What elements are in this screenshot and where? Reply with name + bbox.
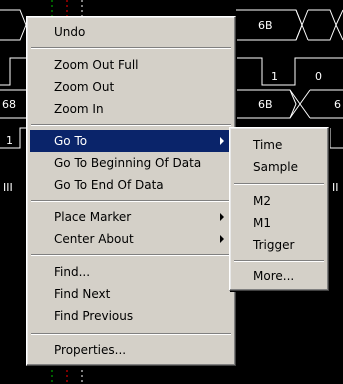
menu-item-find-previous[interactable]: Find Previous: [30, 305, 232, 327]
bus-value-label: 6: [334, 98, 341, 111]
menu-item-label: Find...: [54, 265, 91, 279]
bus-value-label: 6B: [258, 98, 273, 111]
menu-item-place-marker[interactable]: Place Marker: [30, 206, 232, 228]
menu-item-zoom-out[interactable]: Zoom Out: [30, 76, 232, 98]
menu-item-label: Time: [253, 138, 283, 152]
bus-value-label: 6B: [258, 19, 273, 32]
menu-separator: [31, 124, 231, 126]
submenu-item-more[interactable]: More...: [233, 265, 325, 287]
menu-item-label: Zoom Out: [54, 80, 115, 94]
bus-value-label: 0: [315, 70, 322, 83]
menu-item-label: Trigger: [253, 238, 295, 252]
menu-separator: [234, 183, 324, 185]
menu-item-go-to-end[interactable]: Go To End Of Data: [30, 174, 232, 196]
submenu-item-m2[interactable]: M2: [233, 190, 325, 212]
menu-separator: [31, 47, 231, 49]
menu-item-go-to-beginning[interactable]: Go To Beginning Of Data: [30, 152, 232, 174]
menu-item-label: Zoom Out Full: [54, 58, 139, 72]
menu-item-go-to[interactable]: Go To: [30, 130, 232, 152]
menu-item-properties[interactable]: Properties...: [30, 339, 232, 361]
menu-item-label: M1: [253, 216, 271, 230]
menu-item-zoom-out-full[interactable]: Zoom Out Full: [30, 54, 232, 76]
marker-label: II: [332, 181, 339, 194]
submenu-arrow-icon: [220, 235, 224, 243]
submenu-arrow-icon: [220, 137, 224, 145]
menu-item-label: Go To: [54, 134, 88, 148]
menu-item-label: Go To End Of Data: [54, 178, 164, 192]
menu-item-label: Zoom In: [54, 102, 104, 116]
menu-separator: [31, 200, 231, 202]
menu-item-undo[interactable]: Undo: [30, 21, 232, 43]
menu-item-label: Undo: [54, 25, 86, 39]
bus-value-label: 1: [271, 70, 278, 83]
menu-item-label: Center About: [54, 232, 134, 246]
menu-item-label: Find Previous: [54, 309, 134, 323]
menu-separator: [234, 260, 324, 262]
menu-item-zoom-in[interactable]: Zoom In: [30, 98, 232, 120]
menu-item-label: Properties...: [54, 343, 127, 357]
marker-label: III: [3, 181, 13, 194]
menu-item-center-about[interactable]: Center About: [30, 228, 232, 250]
menu-item-label: Sample: [253, 160, 298, 174]
context-menu: Undo Zoom Out Full Zoom Out Zoom In Go T…: [26, 16, 236, 366]
menu-item-find[interactable]: Find...: [30, 261, 232, 283]
submenu-item-time[interactable]: Time: [233, 134, 325, 156]
submenu-item-trigger[interactable]: Trigger: [233, 234, 325, 256]
submenu-item-m1[interactable]: M1: [233, 212, 325, 234]
menu-separator: [31, 254, 231, 256]
menu-separator: [31, 333, 231, 335]
menu-item-label: More...: [253, 269, 295, 283]
bus-value-label: 1: [6, 134, 13, 147]
menu-item-find-next[interactable]: Find Next: [30, 283, 232, 305]
menu-item-label: Find Next: [54, 287, 111, 301]
menu-item-label: M2: [253, 194, 271, 208]
goto-submenu: Time Sample M2 M1 Trigger More...: [229, 127, 329, 291]
menu-item-label: Go To Beginning Of Data: [54, 156, 202, 170]
menu-item-label: Place Marker: [54, 210, 132, 224]
submenu-arrow-icon: [220, 213, 224, 221]
bus-value-label: 68: [2, 98, 16, 111]
submenu-item-sample[interactable]: Sample: [233, 156, 325, 178]
